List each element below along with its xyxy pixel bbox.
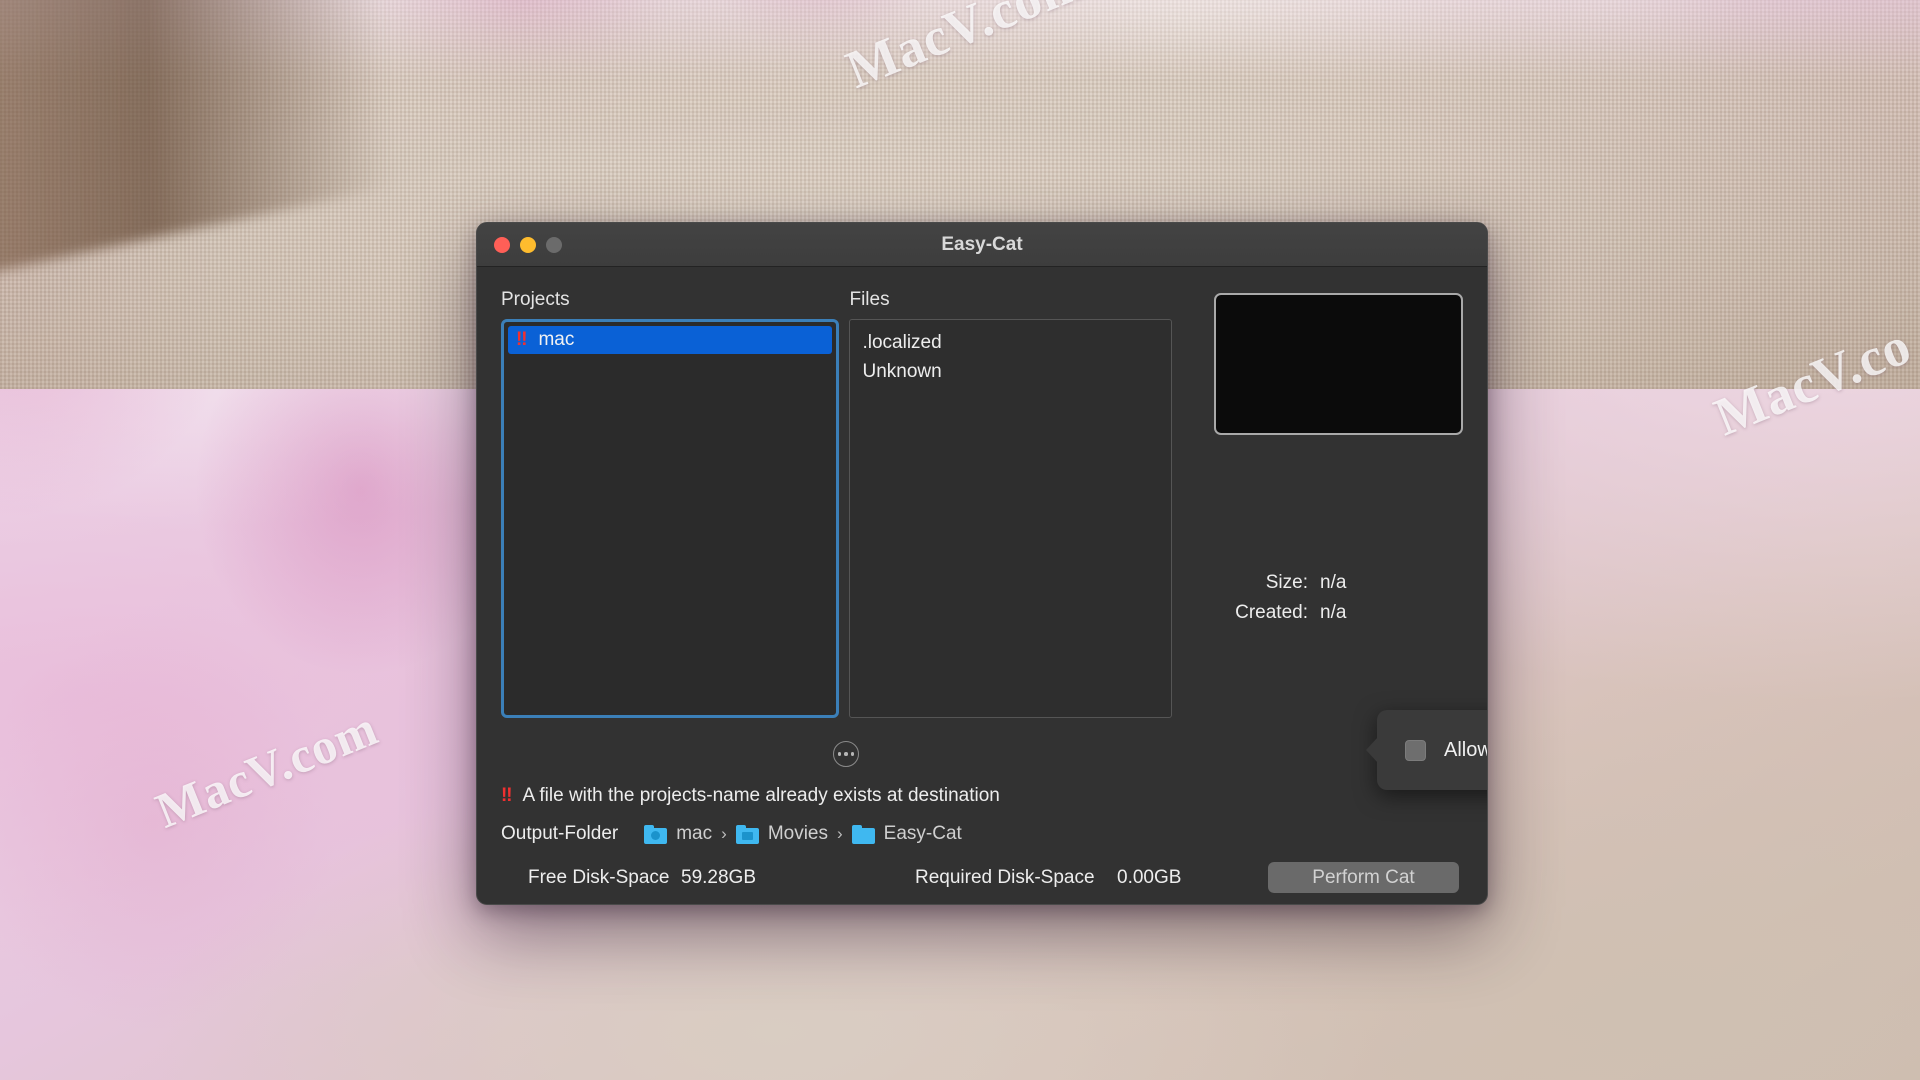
free-disk-space-label: Free Disk-Space bbox=[528, 866, 670, 888]
breadcrumb-separator: › bbox=[837, 824, 843, 843]
allow-mixed-extensions-checkbox[interactable] bbox=[1405, 739, 1426, 761]
file-preview-thumbnail bbox=[1214, 293, 1463, 435]
file-metadata: Size: n/a Created: n/a bbox=[1214, 572, 1463, 624]
required-disk-space-value: 0.00GB bbox=[1117, 866, 1182, 888]
created-value: n/a bbox=[1320, 602, 1347, 623]
ellipsis-dot bbox=[844, 752, 848, 756]
size-row: Size: n/a bbox=[1214, 572, 1463, 594]
breadcrumb-item-easy-cat[interactable]: Easy-Cat bbox=[851, 823, 962, 845]
ellipsis-dot bbox=[850, 752, 855, 756]
files-list[interactable]: .localized Unknown bbox=[849, 319, 1172, 718]
folder-icon bbox=[851, 824, 875, 844]
minimize-button[interactable] bbox=[520, 236, 536, 253]
file-row[interactable]: .localized bbox=[862, 328, 1159, 357]
options-row bbox=[501, 741, 859, 767]
project-row-mac[interactable]: ‼ mac bbox=[508, 326, 833, 354]
breadcrumb-label: mac bbox=[676, 823, 713, 844]
zoom-button[interactable] bbox=[546, 236, 562, 253]
panels-row: Projects ‼ mac Files .localized Unknown bbox=[501, 289, 1463, 718]
breadcrumb-separator: › bbox=[721, 824, 727, 843]
info-panel: Size: n/a Created: n/a bbox=[1212, 289, 1463, 632]
easy-cat-window: Easy-Cat Projects ‼ mac Files .localized bbox=[476, 222, 1488, 905]
movies-folder-icon bbox=[735, 824, 759, 844]
file-row[interactable]: Unknown bbox=[862, 357, 1159, 386]
output-folder-row: Output-Folder mac › Movies › Easy-Cat bbox=[501, 823, 962, 845]
breadcrumb-label: Movies bbox=[767, 823, 828, 844]
created-row: Created: n/a bbox=[1214, 602, 1463, 624]
close-button[interactable] bbox=[494, 236, 510, 253]
window-title: Easy-Cat bbox=[941, 233, 1023, 255]
ellipsis-icon[interactable] bbox=[833, 741, 859, 767]
projects-list[interactable]: ‼ mac bbox=[501, 319, 840, 718]
project-name: mac bbox=[538, 329, 575, 350]
size-label: Size: bbox=[1265, 572, 1308, 593]
warning-row: ‼ A file with the projects-name already … bbox=[501, 785, 1000, 807]
window-content: Projects ‼ mac Files .localized Unknown bbox=[477, 267, 1487, 904]
status-bar: Free Disk-Space 59.28GB Required Disk-Sp… bbox=[477, 849, 1487, 904]
warning-badge-icon: ‼ bbox=[501, 785, 513, 806]
ellipsis-dot bbox=[837, 752, 842, 756]
projects-label: Projects bbox=[501, 289, 570, 310]
options-popover: Allow mixed Extensions bbox=[1377, 710, 1487, 790]
breadcrumb-item-mac[interactable]: mac bbox=[644, 823, 712, 845]
warning-badge-icon: ‼ bbox=[516, 329, 528, 350]
free-disk-space-value: 59.28GB bbox=[681, 866, 756, 888]
size-value: n/a bbox=[1320, 572, 1347, 593]
created-label: Created: bbox=[1235, 602, 1308, 623]
breadcrumb-item-movies[interactable]: Movies bbox=[735, 823, 828, 845]
allow-mixed-extensions-label[interactable]: Allow mixed Extensions bbox=[1444, 739, 1487, 762]
warning-message: A file with the projects-name already ex… bbox=[522, 785, 1000, 806]
projects-panel: Projects ‼ mac bbox=[501, 289, 840, 718]
window-titlebar[interactable]: Easy-Cat bbox=[477, 223, 1487, 267]
required-disk-space-label: Required Disk-Space bbox=[915, 866, 1095, 888]
output-folder-label: Output-Folder bbox=[501, 823, 619, 844]
home-folder-icon bbox=[644, 824, 668, 844]
breadcrumb-label: Easy-Cat bbox=[883, 823, 962, 844]
traffic-lights bbox=[477, 236, 562, 253]
files-panel: Files .localized Unknown bbox=[849, 289, 1172, 718]
files-label: Files bbox=[849, 289, 890, 310]
perform-cat-button[interactable]: Perform Cat bbox=[1268, 862, 1459, 893]
